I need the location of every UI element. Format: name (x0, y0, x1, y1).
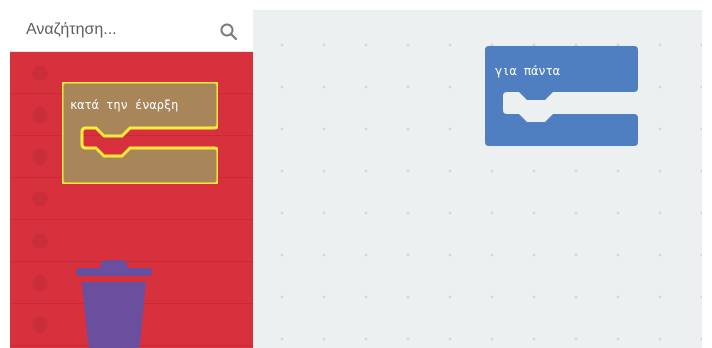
category-icon (32, 107, 48, 123)
category-icon (32, 275, 48, 291)
on-start-block[interactable]: κατά την έναρξη (62, 82, 218, 184)
category-icon (32, 233, 48, 249)
forever-block[interactable]: για πάντα (485, 46, 638, 146)
workspace[interactable]: για πάντα (253, 10, 702, 348)
toolbox-category[interactable] (10, 178, 253, 220)
trash-icon (76, 260, 152, 348)
search-icon[interactable] (219, 22, 239, 42)
category-icon (32, 65, 48, 81)
category-icon (32, 191, 48, 207)
forever-label: για πάντα (495, 64, 561, 78)
toolbox: Αναζήτηση... κατά την έναρξη (10, 10, 253, 348)
toolbox-category[interactable] (10, 220, 253, 262)
category-icon (32, 149, 48, 165)
makecode-editor: Αναζήτηση... κατά την έναρξη για πάντα (10, 10, 702, 348)
on-start-label: κατά την έναρξη (70, 98, 179, 112)
toolbox-search[interactable]: Αναζήτηση... (10, 10, 253, 52)
search-input[interactable]: Αναζήτηση... (26, 21, 117, 39)
category-icon (32, 317, 48, 333)
